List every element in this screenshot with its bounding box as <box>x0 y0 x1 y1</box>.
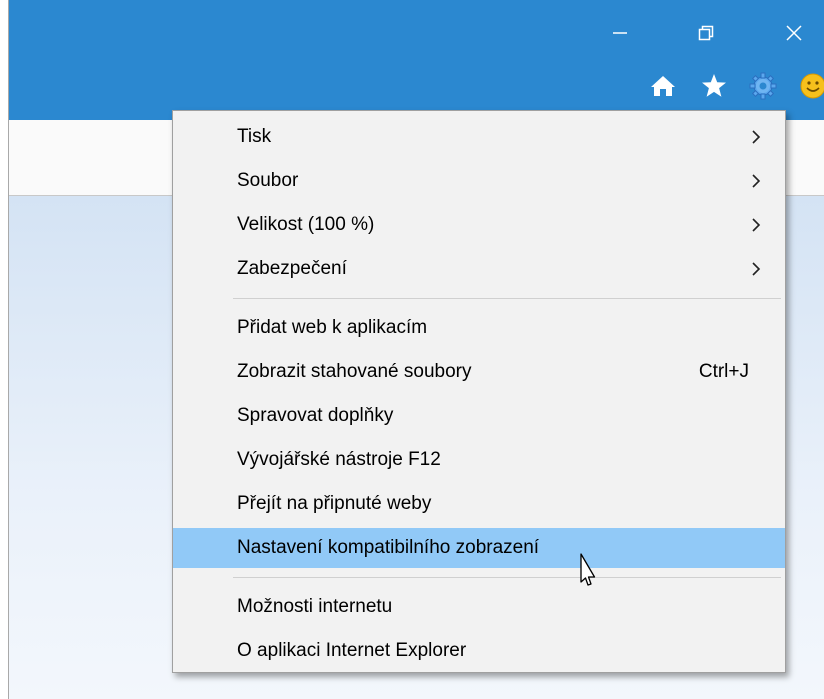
chevron-right-icon <box>752 262 761 276</box>
home-icon <box>651 76 675 96</box>
minimize-button[interactable] <box>597 14 643 52</box>
close-button[interactable] <box>771 14 817 52</box>
menu-item-label: Přejít na připnuté weby <box>237 493 432 514</box>
chevron-right-icon <box>752 218 761 232</box>
menu-item-shortcut: Ctrl+J <box>698 361 749 382</box>
chevron-right-icon <box>752 130 761 144</box>
browser-titlebar <box>9 0 824 120</box>
menu-item-velikost[interactable]: Velikost (100 %) <box>173 205 785 245</box>
feedback-button[interactable] <box>797 70 824 102</box>
favorites-star-icon <box>702 74 726 97</box>
mouse-pointer-icon <box>580 553 596 586</box>
menu-item-label: Zabezpečení <box>237 258 347 279</box>
favorites-button[interactable] <box>698 70 730 102</box>
menu-item-label: Spravovat doplňky <box>237 405 394 426</box>
menu-item-label: Vývojářské nástroje F12 <box>237 449 441 470</box>
menu-item-soubor[interactable]: Soubor <box>173 161 785 201</box>
menu-item-zabezpeceni[interactable]: Zabezpečení <box>173 249 785 289</box>
menu-item-label: Soubor <box>237 170 299 191</box>
menu-separator <box>233 577 781 578</box>
menu-item-label: Velikost (100 %) <box>237 214 375 235</box>
tools-button[interactable] <box>747 70 779 102</box>
menu-item-o-aplikaci[interactable]: O aplikaci Internet Explorer <box>173 631 785 671</box>
menu-item-kompatibilni-zobrazeni[interactable]: Nastavení kompatibilního zobrazení <box>173 528 785 568</box>
feedback-smiley-icon <box>800 73 824 99</box>
menu-item-moznosti-internetu[interactable]: Možnosti internetu <box>173 587 785 627</box>
menu-item-label: Nastavení kompatibilního zobrazení <box>237 537 540 558</box>
menu-item-label: O aplikaci Internet Explorer <box>237 640 467 661</box>
menu-item-pripnute-weby[interactable]: Přejít na připnuté weby <box>173 484 785 524</box>
menu-item-spravovat-doplnky[interactable]: Spravovat doplňky <box>173 396 785 436</box>
menu-item-pridat-web[interactable]: Přidat web k aplikacím <box>173 308 785 348</box>
menu-item-vyvojarske-nastroje[interactable]: Vývojářské nástroje F12 <box>173 440 785 480</box>
window-left-border <box>0 0 9 699</box>
menu-item-label: Přidat web k aplikacím <box>237 317 428 338</box>
menu-separator <box>233 298 781 299</box>
close-icon <box>786 25 802 41</box>
home-button[interactable] <box>647 70 679 102</box>
restore-icon <box>698 25 714 41</box>
menu-item-stahovane-soubory[interactable]: Zobrazit stahované soubory Ctrl+J <box>173 352 785 392</box>
menu-item-label: Zobrazit stahované soubory <box>237 361 472 382</box>
minimize-icon <box>613 32 627 34</box>
chevron-right-icon <box>752 174 761 188</box>
menu-item-label: Tisk <box>237 126 272 147</box>
menu-item-tisk[interactable]: Tisk <box>173 117 785 157</box>
tools-menu: Tisk Soubor Velikost (100 %) Zabezpečení… <box>172 110 786 673</box>
menu-item-label: Možnosti internetu <box>237 596 393 617</box>
tools-gear-icon <box>749 72 777 100</box>
restore-button[interactable] <box>683 14 729 52</box>
